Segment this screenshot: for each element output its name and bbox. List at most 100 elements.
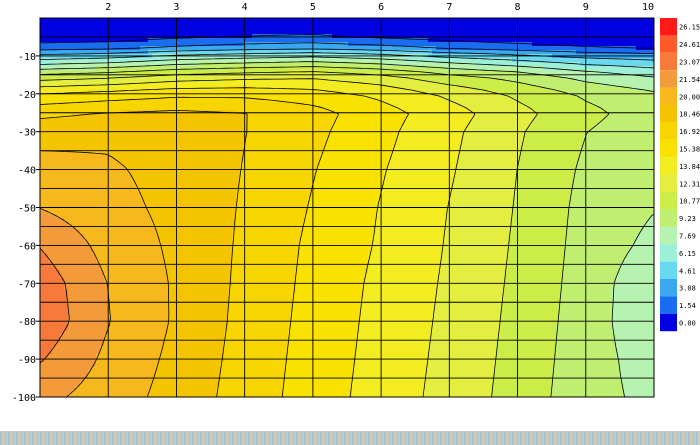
field-cell [80, 22, 85, 27]
field-cell [280, 62, 285, 67]
field-cell [180, 58, 185, 63]
field-cell [396, 46, 401, 51]
field-cell [240, 118, 245, 123]
field-cell [64, 126, 69, 131]
field-cell [428, 30, 433, 35]
field-cell [540, 110, 545, 115]
field-cell [436, 42, 441, 47]
field-cell [636, 22, 641, 27]
field-cell [528, 18, 533, 23]
field-cell [340, 126, 345, 131]
field-cell [144, 78, 149, 83]
field-cell [536, 62, 541, 67]
field-cell [108, 102, 113, 107]
field-cell [644, 126, 649, 131]
field-cell [368, 30, 373, 35]
field-cell [476, 18, 481, 23]
field-cell [636, 98, 641, 103]
field-cell [648, 106, 653, 111]
field-cell [92, 26, 97, 31]
field-cell [636, 82, 641, 87]
field-cell [336, 70, 341, 75]
field-cell [212, 38, 217, 43]
field-cell [68, 22, 73, 27]
field-cell [404, 102, 409, 107]
field-cell [112, 86, 117, 91]
field-cell [472, 142, 477, 147]
field-cell [324, 114, 329, 119]
field-cell [404, 94, 409, 99]
field-cell [232, 78, 237, 83]
field-cell [520, 122, 525, 127]
field-cell [432, 138, 437, 143]
field-cell [424, 18, 429, 23]
field-cell [180, 126, 185, 131]
field-cell [572, 82, 577, 87]
field-cell [400, 78, 405, 83]
field-cell [316, 26, 321, 31]
field-cell [488, 102, 493, 107]
field-cell [596, 98, 601, 103]
field-cell [500, 62, 505, 67]
field-cell [628, 138, 633, 143]
field-cell [180, 38, 185, 43]
field-cell [428, 118, 433, 123]
field-cell [220, 34, 225, 39]
field-cell [116, 50, 121, 55]
field-cell [396, 82, 401, 87]
field-cell [604, 22, 609, 27]
field-cell [76, 46, 81, 51]
field-cell [560, 22, 565, 27]
field-cell [648, 98, 653, 103]
field-cell [516, 26, 521, 31]
field-cell [568, 30, 573, 35]
field-cell [340, 86, 345, 91]
field-cell [204, 46, 209, 51]
field-cell [444, 22, 449, 27]
field-cell [280, 146, 285, 151]
field-cell [100, 42, 105, 47]
field-cell [432, 130, 437, 135]
field-cell [484, 130, 489, 135]
field-cell [564, 114, 569, 119]
field-cell [444, 110, 449, 115]
field-cell [272, 18, 277, 23]
field-cell [452, 34, 457, 39]
field-cell [324, 18, 329, 23]
field-cell [440, 110, 445, 115]
field-cell [440, 106, 445, 111]
field-cell [224, 82, 229, 87]
field-cell [536, 102, 541, 107]
field-cell [644, 38, 649, 43]
field-cell [428, 42, 433, 47]
field-cell [264, 38, 269, 43]
field-cell [420, 22, 425, 27]
field-cell [496, 94, 501, 99]
field-cell [108, 42, 113, 47]
field-cell [620, 26, 625, 31]
field-cell [184, 26, 189, 31]
field-cell [48, 122, 53, 127]
field-cell [480, 98, 485, 103]
field-cell [252, 102, 257, 107]
field-cell [520, 26, 525, 31]
field-cell [296, 30, 301, 35]
field-cell [400, 34, 405, 39]
field-cell [88, 122, 93, 127]
field-cell [496, 30, 501, 35]
field-cell [612, 18, 617, 23]
field-cell [488, 130, 493, 135]
field-cell [236, 146, 241, 151]
field-cell [396, 30, 401, 35]
field-cell [320, 78, 325, 83]
field-cell [548, 102, 553, 107]
field-cell [560, 138, 565, 143]
field-cell [148, 102, 153, 107]
field-cell [408, 138, 413, 143]
field-cell [444, 18, 449, 23]
field-cell [172, 126, 177, 131]
field-cell [384, 114, 389, 119]
field-cell [556, 58, 561, 63]
field-cell [152, 50, 157, 55]
field-cell [284, 82, 289, 87]
